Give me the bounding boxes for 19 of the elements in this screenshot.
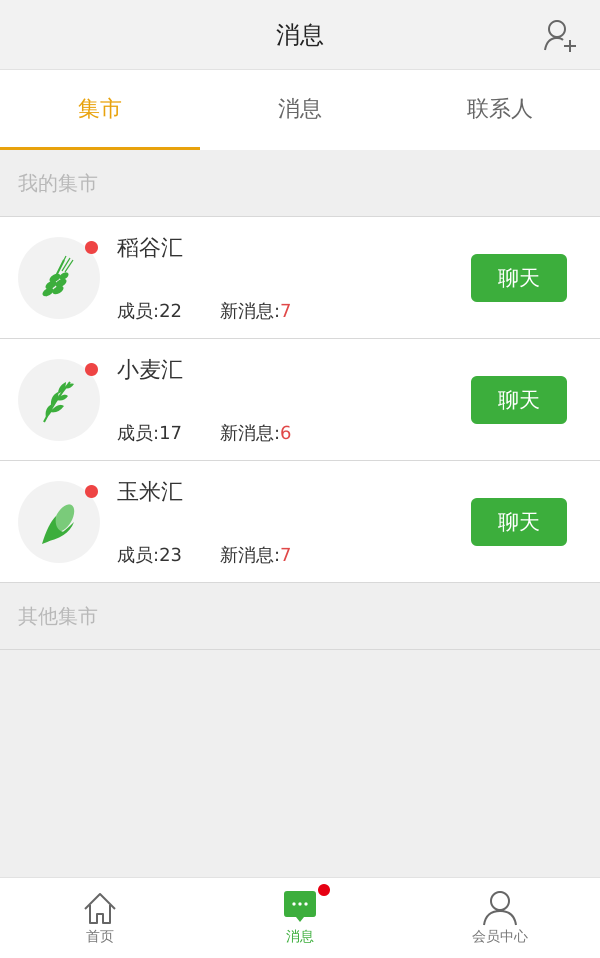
member-count: 成员:23 <box>117 544 182 566</box>
person-icon <box>482 890 518 926</box>
new-message-count: 6 <box>280 422 292 444</box>
chat-button[interactable]: 聊天 <box>471 498 567 546</box>
new-message-label: 新消息: <box>220 422 280 444</box>
member-count: 成员:22 <box>117 300 182 322</box>
chat-button[interactable]: 聊天 <box>471 254 567 302</box>
member-count: 成员:17 <box>117 422 182 444</box>
new-message-label: 新消息: <box>220 300 280 322</box>
market-name: 稻谷汇 <box>117 234 184 262</box>
new-message-count: 7 <box>280 300 292 322</box>
market-name: 玉米汇 <box>117 478 184 506</box>
chat-button[interactable]: 聊天 <box>471 376 567 424</box>
add-person-icon <box>542 17 578 53</box>
new-message-count: 7 <box>280 544 292 566</box>
page-title: 消息 <box>276 20 324 50</box>
new-message-label: 新消息: <box>220 544 280 566</box>
home-icon <box>82 890 118 926</box>
market-name: 小麦汇 <box>117 356 184 384</box>
